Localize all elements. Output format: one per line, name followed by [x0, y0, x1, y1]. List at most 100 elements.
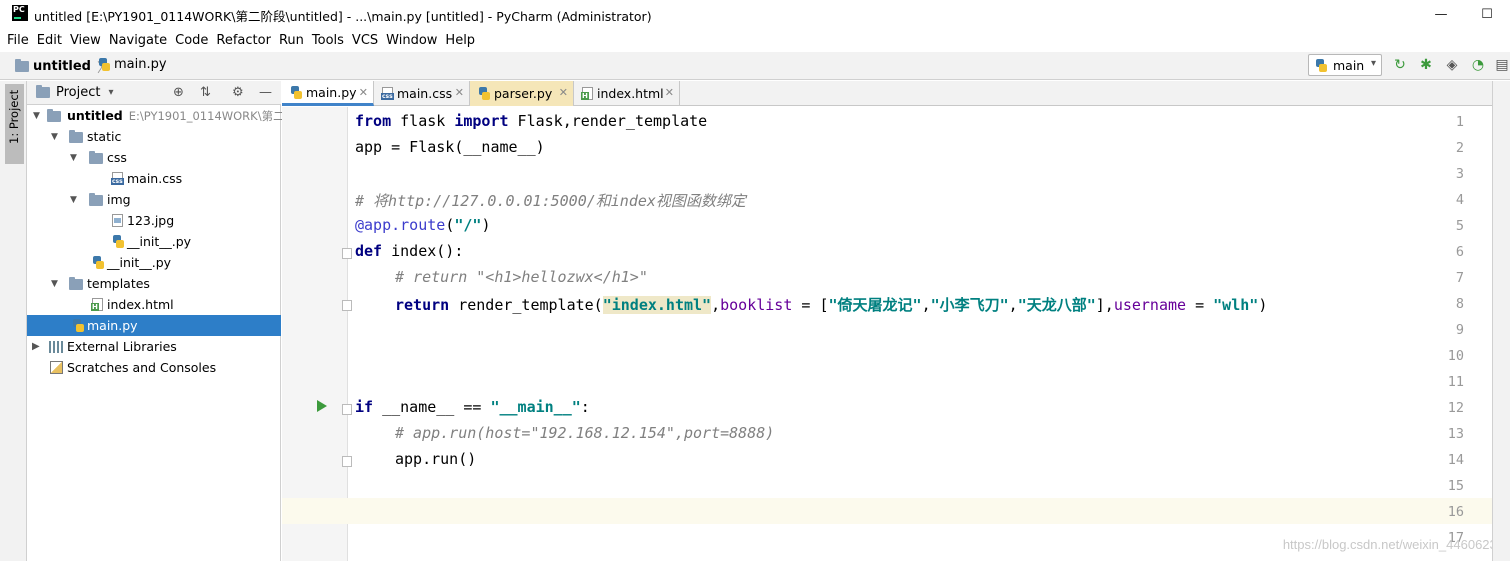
locate-target-icon[interactable]: ⊕	[173, 85, 184, 100]
gear-icon[interactable]: ⚙	[232, 85, 244, 100]
fold-marker-icon[interactable]	[342, 404, 352, 415]
folder-icon	[15, 59, 29, 72]
fold-marker-icon[interactable]	[342, 456, 352, 467]
title-bar: PC untitled [E:\PY1901_0114WORK\第二阶段\unt…	[0, 0, 1510, 28]
rerun-icon[interactable]: ↻	[1392, 57, 1408, 73]
breadcrumb-project-label: untitled	[33, 59, 91, 74]
menu-bar: File Edit View Navigate Code Refactor Ru…	[0, 29, 1510, 51]
line-number: 15	[1447, 478, 1464, 494]
close-icon[interactable]: ✕	[665, 86, 674, 99]
menu-help[interactable]: Help	[445, 33, 475, 48]
menu-view[interactable]: View	[70, 33, 101, 48]
code-token: app.run()	[395, 450, 477, 468]
menu-tools[interactable]: Tools	[312, 33, 344, 48]
fold-marker-icon[interactable]	[342, 248, 352, 259]
line-number: 5	[1455, 218, 1464, 234]
code-comment: # return "<h1>hellozwx</h1>"	[395, 268, 648, 286]
code-token: Flask,render_template	[508, 112, 708, 130]
tree-item-jpg[interactable]: 123.jpg	[27, 210, 281, 231]
tree-item-img[interactable]: ▼ img	[27, 189, 281, 210]
breadcrumb-file-label: main.py	[114, 57, 167, 72]
tree-item-external-libraries[interactable]: ▶ External Libraries	[27, 336, 281, 357]
code-string: "小李飞刀"	[930, 296, 1009, 314]
fold-marker-icon[interactable]	[342, 300, 352, 311]
tab-main-css[interactable]: main.css ✕	[374, 81, 470, 106]
hide-panel-icon[interactable]: —	[259, 85, 272, 100]
minimize-button[interactable]: —	[1418, 0, 1464, 28]
menu-file[interactable]: File	[7, 33, 29, 48]
html-file-icon	[91, 298, 103, 311]
code-editor[interactable]: 1 2 3 4 5 6 7 8 9 10 11 12 13 14 15 16 1…	[282, 107, 1510, 561]
folder-icon	[89, 151, 103, 164]
code-token: render_template(	[449, 296, 603, 314]
project-view-dropdown[interactable]: Project ▾	[36, 85, 114, 100]
tree-item-scratches[interactable]: Scratches and Consoles	[27, 357, 281, 378]
menu-refactor[interactable]: Refactor	[216, 33, 271, 48]
code-line-13: # app.run(host="192.168.12.154",port=888…	[395, 424, 774, 442]
coverage-shield-icon[interactable]: ◈	[1444, 57, 1460, 73]
tab-main-py[interactable]: main.py ✕	[282, 81, 374, 106]
tree-item-img-init[interactable]: __init__.py	[27, 231, 281, 252]
menu-navigate[interactable]: Navigate	[109, 33, 167, 48]
breadcrumb-project[interactable]: untitled 〉	[15, 57, 110, 76]
line-number: 6	[1455, 244, 1464, 260]
line-number: 7	[1455, 270, 1464, 286]
menu-window[interactable]: Window	[386, 33, 437, 48]
menu-vcs[interactable]: VCS	[352, 33, 378, 48]
close-icon[interactable]: ✕	[359, 86, 368, 99]
chevron-down-icon: ▾	[108, 87, 114, 98]
tree-item-label: Scratches and Consoles	[67, 360, 217, 375]
folder-icon	[69, 277, 83, 290]
tree-item-static[interactable]: ▼ static	[27, 126, 281, 147]
build-icon[interactable]: ▤	[1494, 57, 1510, 73]
debug-bug-icon[interactable]: ✱	[1418, 57, 1434, 73]
run-configuration-dropdown[interactable]: main ▾	[1308, 54, 1382, 76]
code-line-8: return render_template("index.html",book…	[395, 294, 1267, 315]
tree-item-untitled[interactable]: ▼ untitled E:\PY1901_0114WORK\第二	[27, 105, 285, 126]
code-param: username	[1113, 296, 1187, 314]
tree-item-templates[interactable]: ▼ templates	[27, 273, 281, 294]
code-line-6: def index():	[355, 242, 463, 260]
code-line-7: # return "<h1>hellozwx</h1>"	[395, 268, 648, 286]
folder-icon	[47, 109, 61, 122]
python-file-icon	[72, 319, 84, 332]
maximize-button[interactable]: ☐	[1464, 0, 1510, 28]
css-file-icon	[111, 172, 124, 185]
project-tool-tab[interactable]: 1: Project	[5, 84, 24, 164]
code-keyword: return	[395, 296, 450, 314]
code-line-5: @app.route("/")	[355, 216, 490, 234]
close-icon[interactable]: ✕	[455, 86, 464, 99]
tree-item-static-init[interactable]: __init__.py	[27, 252, 281, 273]
tree-item-index-html[interactable]: index.html	[27, 294, 281, 315]
tab-label: main.css	[397, 86, 453, 101]
code-token: from	[355, 112, 392, 130]
close-icon[interactable]: ✕	[559, 86, 568, 99]
profile-icon[interactable]: ◔	[1470, 57, 1486, 73]
tree-item-main-css[interactable]: main.css	[27, 168, 281, 189]
collapse-all-icon[interactable]: ⇅	[200, 85, 211, 100]
window-title: untitled [E:\PY1901_0114WORK\第二阶段\untitl…	[34, 9, 652, 24]
code-token: ,	[921, 296, 931, 314]
menu-edit[interactable]: Edit	[37, 33, 62, 48]
run-config-label: main	[1333, 57, 1365, 73]
code-token: =	[1186, 296, 1214, 314]
tree-item-main-py[interactable]: main.py	[27, 315, 281, 336]
tab-parser-py[interactable]: parser.py ✕	[470, 81, 574, 106]
right-tool-strip	[1492, 81, 1510, 561]
code-string: "wlh"	[1213, 296, 1259, 314]
menu-code[interactable]: Code	[175, 33, 208, 48]
menu-run[interactable]: Run	[279, 33, 304, 48]
code-token: app = Flask(__name__)	[355, 138, 545, 156]
code-token: import	[454, 112, 509, 130]
tree-item-label: __init__.py	[127, 234, 192, 249]
tab-index-html[interactable]: index.html ✕	[574, 81, 680, 106]
code-decorator: @app.route	[355, 216, 446, 234]
run-gutter-icon[interactable]	[317, 400, 327, 412]
tree-root-label: untitled	[67, 108, 123, 123]
chevron-down-icon: ▼	[33, 110, 40, 121]
tab-label: main.py	[306, 84, 357, 100]
tree-item-css[interactable]: ▼ css	[27, 147, 281, 168]
project-panel-title: Project	[56, 85, 101, 100]
python-file-icon	[112, 235, 124, 248]
breadcrumb-file[interactable]: main.py	[98, 57, 167, 72]
